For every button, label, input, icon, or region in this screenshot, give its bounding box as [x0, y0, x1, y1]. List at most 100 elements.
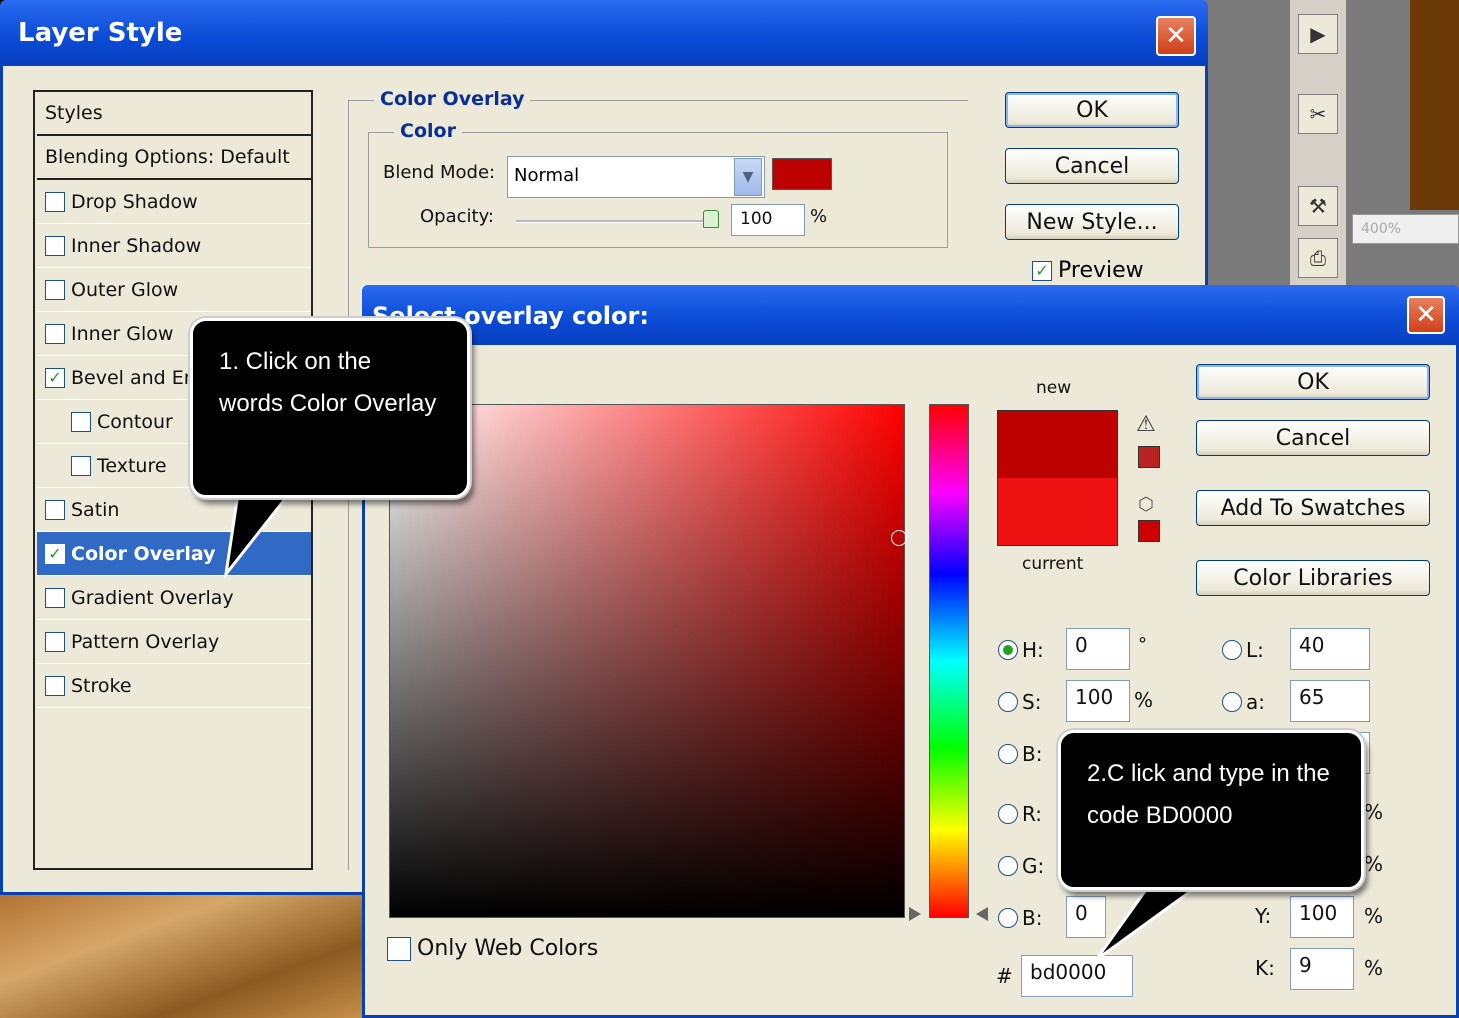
- r-radio[interactable]: [998, 804, 1018, 824]
- cancel-button[interactable]: Cancel: [1196, 420, 1430, 456]
- style-item-label: Styles: [45, 102, 103, 124]
- s-label: S:: [1022, 690, 1042, 714]
- hue-arrow-left[interactable]: [909, 907, 921, 921]
- overlay-color-swatch[interactable]: [772, 158, 832, 190]
- h-label: H:: [1022, 638, 1044, 662]
- cube-icon[interactable]: ⬡: [1138, 494, 1154, 515]
- checkbox-icon[interactable]: [45, 235, 65, 256]
- a-row[interactable]: a:: [1222, 690, 1265, 714]
- style-item-drop-shadow[interactable]: Drop Shadow: [37, 180, 311, 224]
- k-unit: %: [1364, 956, 1384, 980]
- blue-row[interactable]: B:: [998, 906, 1042, 930]
- opacity-slider[interactable]: [516, 220, 716, 223]
- web-colors-box[interactable]: [387, 936, 411, 961]
- opacity-slider-handle[interactable]: [703, 210, 719, 228]
- style-item-label: Inner Glow: [71, 322, 174, 345]
- hue-arrow-right[interactable]: [976, 907, 988, 921]
- checkbox-icon[interactable]: [71, 411, 91, 432]
- warning-icon[interactable]: ⚠: [1136, 412, 1156, 437]
- l-input[interactable]: 40: [1290, 628, 1370, 670]
- hex-label: #: [996, 964, 1013, 988]
- r-row[interactable]: R:: [998, 802, 1042, 826]
- checkbox-icon[interactable]: [45, 191, 65, 212]
- blend-mode-label: Blend Mode:: [383, 162, 496, 183]
- current-color-swatch[interactable]: [997, 478, 1118, 546]
- checkbox-icon[interactable]: ✓: [45, 543, 65, 564]
- a-label: a:: [1246, 690, 1265, 714]
- blue-radio[interactable]: [998, 908, 1018, 928]
- add-to-swatches-button[interactable]: Add To Swatches: [1196, 490, 1430, 526]
- opacity-input[interactable]: 100: [731, 204, 805, 236]
- preview-label: Preview: [1058, 258, 1144, 283]
- chevron-down-icon[interactable]: ▼: [734, 158, 762, 196]
- h-radio[interactable]: [998, 640, 1018, 660]
- style-item-label: Outer Glow: [71, 278, 179, 301]
- style-item-gradient-overlay[interactable]: Gradient Overlay: [37, 576, 311, 620]
- style-item-stroke[interactable]: Stroke: [37, 664, 311, 708]
- checkbox-icon[interactable]: [45, 323, 65, 344]
- color-overlay-heading: Color Overlay: [374, 88, 531, 110]
- style-item-outer-glow[interactable]: Outer Glow: [37, 268, 311, 312]
- y-unit: %: [1364, 904, 1384, 928]
- current-label: current: [1022, 554, 1084, 574]
- h-row[interactable]: H:: [998, 638, 1044, 662]
- color-libraries-button[interactable]: Color Libraries: [1196, 560, 1430, 596]
- s-radio[interactable]: [998, 692, 1018, 712]
- tools-icon[interactable]: ✂: [1298, 94, 1338, 134]
- cancel-button[interactable]: Cancel: [1005, 148, 1179, 184]
- style-item-pattern-overlay[interactable]: Pattern Overlay: [37, 620, 311, 664]
- k-input[interactable]: 9: [1290, 948, 1354, 990]
- brush-icon[interactable]: ⚒: [1298, 186, 1338, 226]
- style-item-label: Color Overlay: [71, 542, 216, 565]
- y-input[interactable]: 100: [1290, 896, 1354, 938]
- l-row[interactable]: L:: [1222, 638, 1264, 662]
- checkbox-icon[interactable]: [45, 279, 65, 300]
- g-row[interactable]: G:: [998, 854, 1044, 878]
- style-item-label: Drop Shadow: [71, 190, 198, 213]
- a-input[interactable]: 65: [1290, 680, 1370, 722]
- y-label: Y:: [1255, 904, 1272, 928]
- checkbox-icon[interactable]: ✓: [45, 367, 65, 388]
- style-item-label: Satin: [71, 498, 120, 521]
- new-color-swatch: [997, 410, 1118, 478]
- s-input[interactable]: 100: [1066, 680, 1130, 722]
- close-icon[interactable]: ✕: [1156, 16, 1196, 56]
- style-item-inner-shadow[interactable]: Inner Shadow: [37, 224, 311, 268]
- web-safe-swatch[interactable]: [1138, 520, 1160, 542]
- style-item-label: Texture: [97, 454, 167, 477]
- only-web-colors-checkbox[interactable]: Only Web Colors: [387, 936, 598, 961]
- g-radio[interactable]: [998, 856, 1018, 876]
- checkbox-icon[interactable]: [45, 587, 65, 608]
- b-label: B:: [1022, 742, 1043, 766]
- close-icon[interactable]: ✕: [1407, 296, 1445, 334]
- h-input[interactable]: 0: [1066, 628, 1130, 670]
- style-item-blending-options-default[interactable]: Blending Options: Default: [37, 136, 311, 180]
- ok-button[interactable]: OK: [1196, 364, 1430, 400]
- color-field-cursor[interactable]: [891, 530, 907, 546]
- style-item-label: Stroke: [71, 674, 132, 697]
- style-item-styles[interactable]: Styles: [37, 92, 311, 136]
- s-row[interactable]: S:: [998, 690, 1041, 714]
- checkbox-icon[interactable]: [71, 455, 91, 476]
- checkbox-icon[interactable]: [45, 499, 65, 520]
- play-icon[interactable]: ▶: [1298, 14, 1338, 54]
- stamp-icon[interactable]: ⎙: [1298, 238, 1338, 278]
- b-radio[interactable]: [998, 744, 1018, 764]
- hue-slider[interactable]: [929, 404, 969, 918]
- layer-style-title: Layer Style: [18, 18, 183, 48]
- blend-mode-select[interactable]: Normal: [507, 156, 765, 198]
- l-radio[interactable]: [1222, 640, 1242, 660]
- checkbox-icon[interactable]: [45, 675, 65, 696]
- l-label: L:: [1246, 638, 1264, 662]
- new-style-button[interactable]: New Style...: [1005, 204, 1179, 240]
- ok-button[interactable]: OK: [1005, 92, 1179, 128]
- gamut-swatch[interactable]: [1138, 446, 1160, 468]
- b-row[interactable]: B:: [998, 742, 1042, 766]
- g-label: G:: [1022, 854, 1045, 878]
- preview-checkbox[interactable]: ✓ Preview: [1032, 258, 1144, 283]
- checkmark-icon[interactable]: ✓: [1032, 260, 1052, 281]
- zoom-field[interactable]: 400%: [1352, 214, 1459, 244]
- style-item-label: Pattern Overlay: [71, 630, 220, 653]
- a-radio[interactable]: [1222, 692, 1242, 712]
- checkbox-icon[interactable]: [45, 631, 65, 652]
